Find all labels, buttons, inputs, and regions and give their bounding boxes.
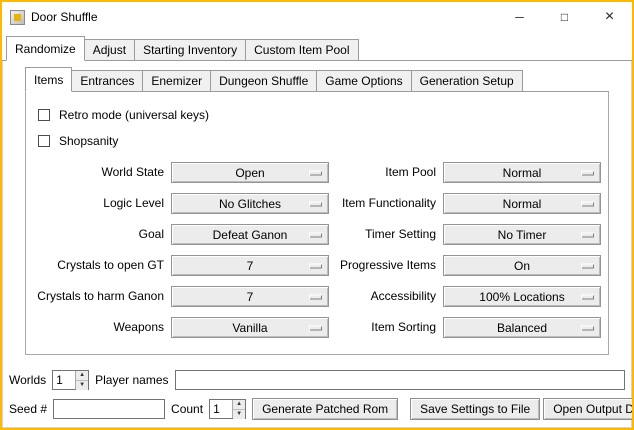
minimize-icon[interactable]: ─: [497, 2, 542, 32]
worlds-input[interactable]: [53, 371, 75, 389]
dropdown-indicator-icon: [309, 232, 322, 237]
retro-mode-row: Retro mode (universal keys): [38, 105, 596, 124]
dropdown-indicator-icon: [309, 294, 322, 299]
item-sorting-value: Balanced: [497, 321, 547, 335]
dropdown-indicator-icon: [309, 263, 322, 268]
main-tab-strip: Randomize Adjust Starting Inventory Cust…: [2, 32, 632, 61]
caption-buttons: ─ □ ×: [497, 2, 632, 32]
timer-setting-label: Timer Setting: [336, 224, 436, 245]
accessibility-label: Accessibility: [336, 286, 436, 307]
subtab-generation-setup[interactable]: Generation Setup: [411, 70, 523, 92]
progressive-items-dropdown[interactable]: On: [443, 255, 601, 276]
subtab-enemizer[interactable]: Enemizer: [142, 70, 211, 92]
item-sorting-dropdown[interactable]: Balanced: [443, 317, 601, 338]
shopsanity-row: Shopsanity: [38, 131, 596, 150]
accessibility-dropdown[interactable]: 100% Locations: [443, 286, 601, 307]
crystals-harm-ganon-label: Crystals to harm Ganon: [36, 286, 164, 307]
spin-up-icon[interactable]: ▲: [233, 400, 245, 409]
randomize-panel: Items Entrances Enemizer Dungeon Shuffle…: [2, 61, 632, 428]
count-spinner: ▲ ▼: [209, 399, 246, 419]
spin-up-icon[interactable]: ▲: [76, 371, 88, 380]
item-sorting-label: Item Sorting: [336, 317, 436, 338]
crystals-open-gt-label: Crystals to open GT: [36, 255, 164, 276]
count-spinner-buttons: ▲ ▼: [232, 400, 245, 418]
app-icon: [10, 10, 25, 25]
worlds-spinner: ▲ ▼: [52, 370, 89, 390]
weapons-label: Weapons: [36, 317, 164, 338]
subtab-game-options[interactable]: Game Options: [316, 70, 411, 92]
dropdown-indicator-icon: [309, 170, 322, 175]
subtab-items[interactable]: Items: [25, 67, 72, 92]
crystals-harm-ganon-dropdown[interactable]: 7: [171, 286, 329, 307]
timer-setting-dropdown[interactable]: No Timer: [443, 224, 601, 245]
options-grid: World State Open Item Pool Normal Logic …: [36, 162, 598, 338]
dropdown-indicator-icon: [309, 201, 322, 206]
subtab-entrances[interactable]: Entrances: [71, 70, 143, 92]
dropdown-indicator-icon: [581, 232, 594, 237]
tab-custom-item-pool[interactable]: Custom Item Pool: [245, 39, 358, 61]
worlds-spinner-buttons: ▲ ▼: [75, 371, 88, 389]
spin-down-icon[interactable]: ▼: [76, 380, 88, 390]
worlds-label: Worlds: [9, 373, 46, 387]
spin-down-icon[interactable]: ▼: [233, 409, 245, 419]
item-pool-value: Normal: [503, 166, 542, 180]
item-pool-label: Item Pool: [336, 162, 436, 183]
window: Door Shuffle ─ □ × Randomize Adjust Star…: [0, 0, 634, 430]
worlds-row: Worlds ▲ ▼ Player names: [3, 370, 631, 390]
maximize-icon[interactable]: □: [542, 2, 587, 32]
open-output-directory-button[interactable]: Open Output Directory: [543, 398, 634, 420]
dropdown-indicator-icon: [581, 201, 594, 206]
shopsanity-label: Shopsanity: [59, 134, 118, 148]
weapons-dropdown[interactable]: Vanilla: [171, 317, 329, 338]
retro-mode-label: Retro mode (universal keys): [59, 108, 209, 122]
seed-row: Seed # Count ▲ ▼ Generate Patched Rom Sa…: [3, 398, 631, 420]
player-names-input[interactable]: [175, 370, 626, 390]
logic-level-dropdown[interactable]: No Glitches: [171, 193, 329, 214]
progressive-items-label: Progressive Items: [336, 255, 436, 276]
generate-patched-rom-button[interactable]: Generate Patched Rom: [252, 398, 398, 420]
crystals-open-gt-dropdown[interactable]: 7: [171, 255, 329, 276]
crystals-open-gt-value: 7: [247, 259, 254, 273]
close-icon[interactable]: ×: [587, 2, 632, 32]
logic-level-label: Logic Level: [36, 193, 164, 214]
world-state-value: Open: [235, 166, 264, 180]
goal-dropdown[interactable]: Defeat Ganon: [171, 224, 329, 245]
retro-mode-checkbox[interactable]: [38, 109, 50, 121]
world-state-dropdown[interactable]: Open: [171, 162, 329, 183]
player-names-label: Player names: [95, 373, 168, 387]
titlebar: Door Shuffle ─ □ ×: [2, 2, 632, 32]
dropdown-indicator-icon: [581, 263, 594, 268]
logic-level-value: No Glitches: [219, 197, 281, 211]
item-pool-dropdown[interactable]: Normal: [443, 162, 601, 183]
goal-label: Goal: [36, 224, 164, 245]
subtab-dungeon-shuffle[interactable]: Dungeon Shuffle: [210, 70, 317, 92]
world-state-label: World State: [36, 162, 164, 183]
weapons-value: Vanilla: [232, 321, 267, 335]
seed-label: Seed #: [9, 402, 47, 416]
goal-value: Defeat Ganon: [213, 228, 288, 242]
items-panel: Retro mode (universal keys) Shopsanity W…: [25, 92, 609, 355]
dropdown-indicator-icon: [581, 294, 594, 299]
sub-tab-strip: Items Entrances Enemizer Dungeon Shuffle…: [25, 66, 609, 92]
dropdown-indicator-icon: [581, 170, 594, 175]
save-settings-button[interactable]: Save Settings to File: [410, 398, 540, 420]
item-functionality-dropdown[interactable]: Normal: [443, 193, 601, 214]
seed-input[interactable]: [53, 399, 165, 419]
timer-setting-value: No Timer: [498, 228, 547, 242]
tab-randomize[interactable]: Randomize: [6, 36, 85, 61]
progressive-items-value: On: [514, 259, 530, 273]
count-input[interactable]: [210, 400, 232, 418]
dropdown-indicator-icon: [309, 325, 322, 330]
crystals-harm-ganon-value: 7: [247, 290, 254, 304]
tab-adjust[interactable]: Adjust: [84, 39, 135, 61]
count-label: Count: [171, 402, 203, 416]
spacer: [3, 355, 631, 366]
dropdown-indicator-icon: [581, 325, 594, 330]
shopsanity-checkbox[interactable]: [38, 135, 50, 147]
item-functionality-value: Normal: [503, 197, 542, 211]
item-functionality-label: Item Functionality: [336, 193, 436, 214]
tab-starting-inventory[interactable]: Starting Inventory: [134, 39, 246, 61]
accessibility-value: 100% Locations: [479, 290, 564, 304]
window-title: Door Shuffle: [31, 10, 98, 24]
